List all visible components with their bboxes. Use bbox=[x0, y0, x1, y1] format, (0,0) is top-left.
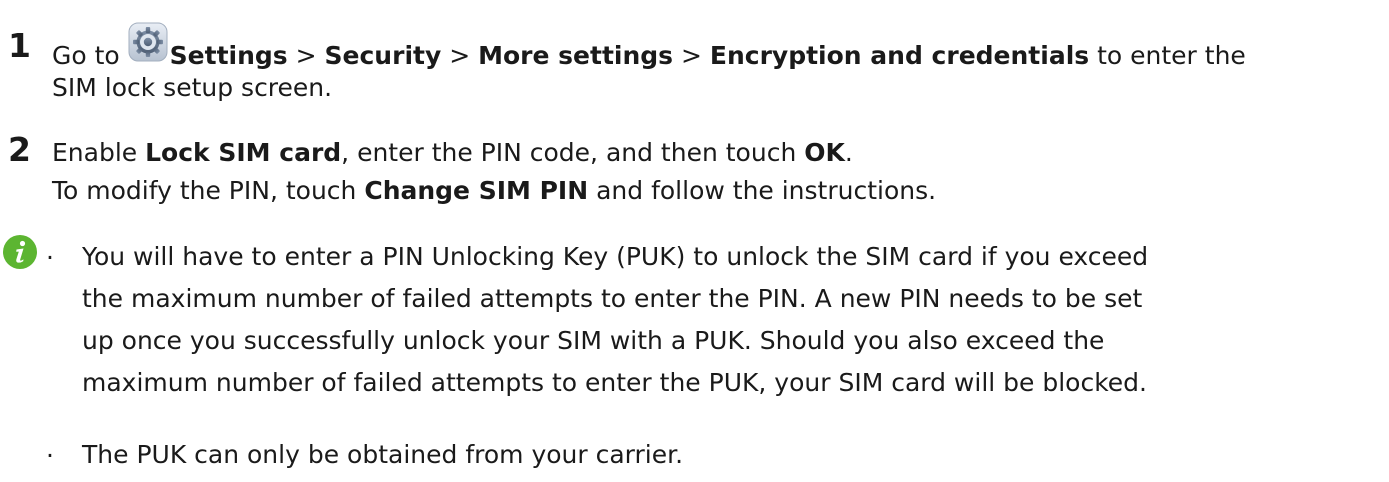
note-bullet-2: The PUK can only be obtained from your c… bbox=[82, 434, 1382, 476]
bullet-dot: · bbox=[46, 441, 54, 470]
settings-gear-icon bbox=[128, 22, 168, 62]
note-line: The PUK can only be obtained from your c… bbox=[82, 440, 684, 469]
step-1-prefix: Go to bbox=[52, 41, 128, 70]
note-line: maximum number of failed attempts to ent… bbox=[82, 368, 1148, 397]
note-bullet-1: You will have to enter a PIN Unlocking K… bbox=[82, 236, 1382, 404]
bullet-dot: · bbox=[46, 243, 54, 272]
settings-path: Settings > Security > More settings > En… bbox=[169, 41, 1246, 70]
note-line: You will have to enter a PIN Unlocking K… bbox=[82, 242, 1149, 271]
step-1-line-2: SIM lock setup screen. bbox=[52, 73, 333, 102]
step-number: 2 bbox=[8, 130, 31, 169]
step-number: 1 bbox=[8, 26, 31, 65]
step-2-line-2: To modify the PIN, touch Change SIM PIN … bbox=[52, 176, 937, 205]
note-line: the maximum number of failed attempts to… bbox=[82, 284, 1143, 313]
info-icon bbox=[2, 234, 38, 270]
step-2-line-1: Enable Lock SIM card, enter the PIN code… bbox=[52, 138, 853, 167]
note-line: up once you successfully unlock your SIM… bbox=[82, 326, 1105, 355]
